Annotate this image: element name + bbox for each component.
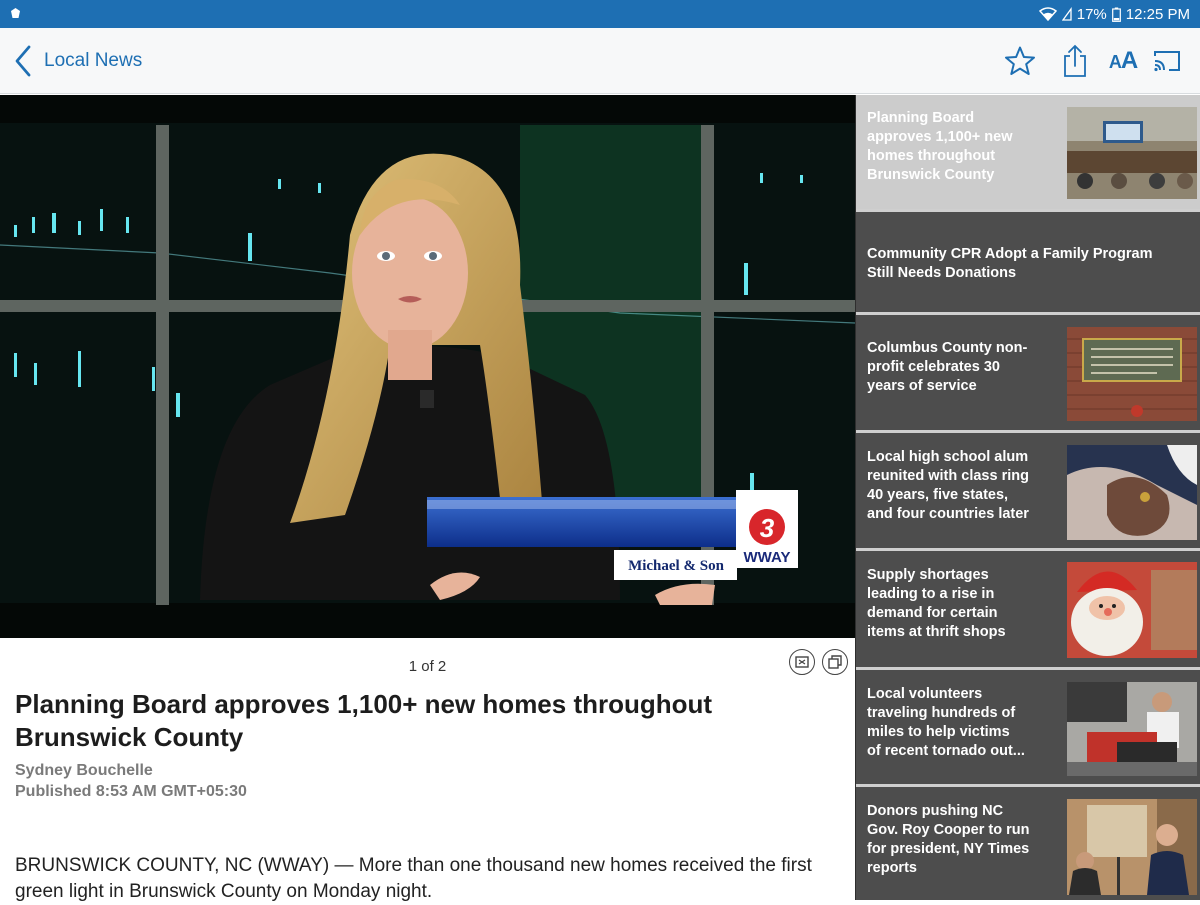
app-toolbar: Local News AA [0,28,1200,94]
text-size-button[interactable]: AA [1103,42,1143,80]
wifi-icon [1038,7,1057,21]
font-size-icon: AA [1108,47,1138,74]
related-stories-sidebar: Planning Board approves 1,100+ new homes… [855,95,1200,900]
related-story-item[interactable]: Community CPR Adopt a Family Program Sti… [856,212,1200,315]
video-frame: 11:23:41 3 WWAY Michael & Son [0,95,855,638]
broadcast-clock: 11:23:41 [747,493,787,504]
back-button[interactable]: Local News [14,44,142,78]
status-bar: 17% 12:25 PM [0,0,1200,28]
article-headline: Planning Board approves 1,100+ new homes… [15,689,713,752]
share-button[interactable] [1056,42,1094,80]
published-time: Published 8:53 AM GMT+05:30 [15,783,247,800]
gallery-button[interactable] [822,649,848,675]
related-story-item[interactable]: Columbus County non- profit celebrates 3… [856,315,1200,433]
sponsor-logo: Michael & Son [628,558,724,574]
notification-icon [11,8,20,18]
battery-icon [1111,7,1121,22]
cast-icon [1154,51,1180,72]
fullscreen-button[interactable] [789,649,815,675]
story-thumbnail [1067,445,1197,540]
story-thumbnail [1067,562,1197,658]
cast-button[interactable] [1148,42,1186,80]
media-pager: 1 of 2 [408,658,447,675]
related-story-item[interactable]: Local volunteers traveling hundreds of m… [856,670,1200,787]
station-logo: WWAY [744,549,791,566]
share-icon [1064,44,1086,77]
article: 1 of 2 Planning Board approves 1,100+ ne… [0,638,855,902]
battery-percent: 17% [1076,5,1107,23]
story-thumbnail [1067,107,1197,199]
gallery-icon [828,655,842,669]
chevron-left-icon [15,45,31,77]
back-label: Local News [44,50,143,71]
clock: 12:25 PM [1125,5,1190,23]
video-player[interactable]: 11:23:41 3 WWAY Michael & Son [0,95,855,638]
related-story-item[interactable]: Local high school alum reunited with cla… [856,433,1200,551]
expand-icon [795,656,809,668]
story-thumbnail [1067,327,1197,421]
article-body: BRUNSWICK COUNTY, NC (WWAY) — More than … [15,855,812,902]
station-number: 3 [760,513,775,543]
star-icon [1005,46,1035,75]
related-story-item[interactable]: Planning Board approves 1,100+ new homes… [856,95,1200,212]
story-thumbnail [1067,682,1197,776]
byline: Sydney Bouchelle Published 8:53 AM GMT+0… [15,760,247,802]
related-story-item[interactable]: Supply shortages leading to a rise in de… [856,551,1200,670]
author-name[interactable]: Sydney Bouchelle [15,760,247,781]
story-thumbnail [1067,799,1197,895]
favorite-button[interactable] [1001,42,1039,80]
related-story-item[interactable]: Donors pushing NC Gov. Roy Cooper to run… [856,787,1200,900]
signal-icon [1061,7,1072,21]
